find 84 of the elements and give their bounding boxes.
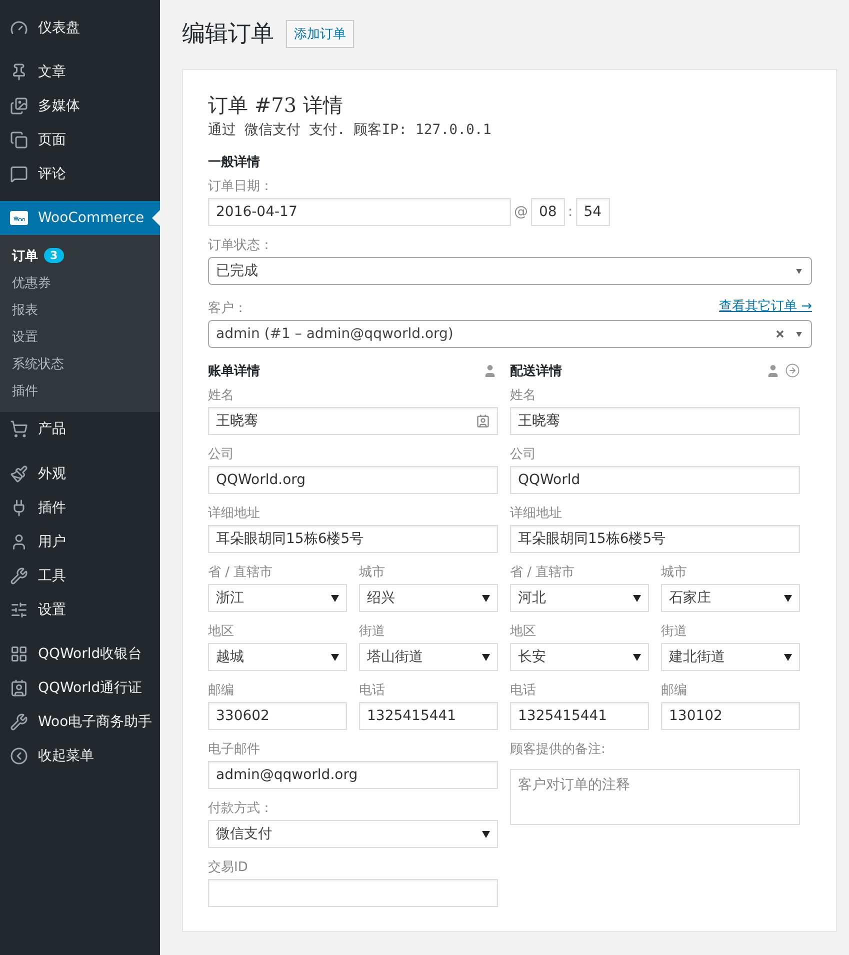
text-field[interactable]: QQWorld.org bbox=[208, 466, 498, 494]
select-field[interactable]: 越城 bbox=[208, 643, 347, 671]
page-title: 编辑订单 bbox=[182, 20, 274, 49]
field-label: 公司 bbox=[208, 447, 235, 462]
menu-item[interactable]: 页面 bbox=[0, 123, 160, 157]
field-label: 城市 bbox=[359, 565, 386, 580]
section-heading: 账单详情 bbox=[208, 362, 260, 380]
menu-item[interactable]: 仪表盘 bbox=[0, 11, 160, 45]
submenu-item[interactable]: 插件 bbox=[0, 377, 160, 404]
field-label: 详细地址 bbox=[510, 506, 563, 521]
time-separator: : bbox=[567, 204, 574, 220]
field-label: 交易ID bbox=[208, 860, 249, 875]
field-label: 公司 bbox=[510, 447, 537, 462]
submenu-item[interactable]: 订单 3 bbox=[0, 242, 160, 269]
field-label: 省 / 直辖市 bbox=[510, 565, 576, 580]
text-field[interactable]: 王晓骞 bbox=[208, 407, 498, 435]
menu-item[interactable]: 外观 bbox=[0, 457, 160, 491]
text-field[interactable]: 1325415441 bbox=[359, 702, 498, 730]
text-field[interactable]: 耳朵眼胡同15栋6楼5号 bbox=[208, 525, 498, 553]
menu-item[interactable]: QQWorld通行证 bbox=[0, 671, 160, 705]
text-field[interactable]: QQWorld bbox=[510, 466, 800, 494]
menu-item[interactable]: 用户 bbox=[0, 525, 160, 559]
submenu-item[interactable]: 报表 bbox=[0, 296, 160, 323]
field-label: 地区 bbox=[208, 624, 235, 639]
text-field[interactable]: 王晓骞 bbox=[510, 407, 800, 435]
menu-item[interactable]: 评论 bbox=[0, 157, 160, 191]
status-select[interactable]: 已完成 bbox=[208, 257, 812, 285]
field-label: 客户： bbox=[208, 301, 247, 316]
section-heading: 一般详情 bbox=[208, 154, 261, 171]
menu-item[interactable]: Woo电子商务助手 bbox=[0, 705, 160, 739]
select-field[interactable]: 浙江 bbox=[208, 584, 347, 612]
notes-field[interactable]: 客户对订单的注释 bbox=[510, 769, 800, 825]
field-label: 街道 bbox=[661, 624, 688, 639]
menu-item[interactable]: QQWorld收银台 bbox=[0, 637, 160, 671]
order-title: 订单 #73 详情 bbox=[208, 92, 344, 119]
menu-item[interactable]: 插件 bbox=[0, 491, 160, 525]
field-label: 付款方式： bbox=[208, 801, 274, 816]
section-heading: 配送详情 bbox=[510, 362, 562, 380]
menu-item[interactable]: 多媒体 bbox=[0, 89, 160, 123]
other-orders-link[interactable]: 查看其它订单 → bbox=[718, 297, 812, 315]
field-label: 订单状态： bbox=[208, 238, 274, 253]
field-label: 地区 bbox=[510, 624, 537, 639]
field-label: 订单日期： bbox=[208, 179, 274, 194]
menu-item[interactable]: 产品 bbox=[0, 412, 160, 446]
select-field[interactable]: 微信支付 bbox=[208, 820, 498, 848]
field-label: 省 / 直辖市 bbox=[208, 565, 274, 580]
submenu-item[interactable]: 优惠券 bbox=[0, 269, 160, 296]
select-field[interactable]: 长安 bbox=[510, 643, 649, 671]
field-label: 城市 bbox=[661, 565, 688, 580]
field-label: 电话 bbox=[359, 683, 386, 698]
field-label: 详细地址 bbox=[208, 506, 261, 521]
field-label: 电子邮件 bbox=[208, 742, 261, 757]
field-label: 顾客提供的备注: bbox=[510, 742, 606, 757]
text-field[interactable]: 1325415441 bbox=[510, 702, 649, 730]
add-order-button[interactable]: 添加订单 bbox=[286, 20, 354, 48]
field-label: 街道 bbox=[359, 624, 386, 639]
field-label: 邮编 bbox=[208, 683, 235, 698]
date-field[interactable]: 2016-04-17 bbox=[208, 198, 511, 226]
submenu-item[interactable]: 系统状态 bbox=[0, 350, 160, 377]
customer-select[interactable]: admin (#1 – admin@qqworld.org) bbox=[208, 320, 812, 348]
select-field[interactable]: 绍兴 bbox=[359, 584, 498, 612]
menu-item[interactable]: 文章 bbox=[0, 55, 160, 89]
text-field[interactable]: admin@qqworld.org bbox=[208, 761, 498, 789]
menu-item[interactable]: WooCommerce bbox=[0, 201, 160, 235]
count-badge: 3 bbox=[44, 248, 64, 263]
select-field[interactable]: 塔山街道 bbox=[359, 643, 498, 671]
menu-item[interactable]: 工具 bbox=[0, 559, 160, 593]
select-field[interactable]: 建北街道 bbox=[661, 643, 800, 671]
at-sign: @ bbox=[513, 204, 529, 220]
field-label: 姓名 bbox=[208, 388, 235, 403]
hour-field[interactable]: 08 bbox=[531, 198, 565, 226]
select-field[interactable]: 石家庄 bbox=[661, 584, 800, 612]
menu-item[interactable]: 收起菜单 bbox=[0, 739, 160, 773]
field-label: 姓名 bbox=[510, 388, 537, 403]
field-label: 电话 bbox=[510, 683, 537, 698]
text-field[interactable]: 耳朵眼胡同15栋6楼5号 bbox=[510, 525, 800, 553]
text-field[interactable]: 130102 bbox=[661, 702, 800, 730]
minute-field[interactable]: 54 bbox=[576, 198, 610, 226]
order-subtitle: 通过 微信支付 支付. 顾客IP: 127.0.0.1 bbox=[208, 121, 492, 139]
select-field[interactable]: 河北 bbox=[510, 584, 649, 612]
submenu-item[interactable]: 设置 bbox=[0, 323, 160, 350]
menu-item[interactable]: 设置 bbox=[0, 593, 160, 627]
text-field[interactable]: 330602 bbox=[208, 702, 347, 730]
field-label: 邮编 bbox=[661, 683, 688, 698]
